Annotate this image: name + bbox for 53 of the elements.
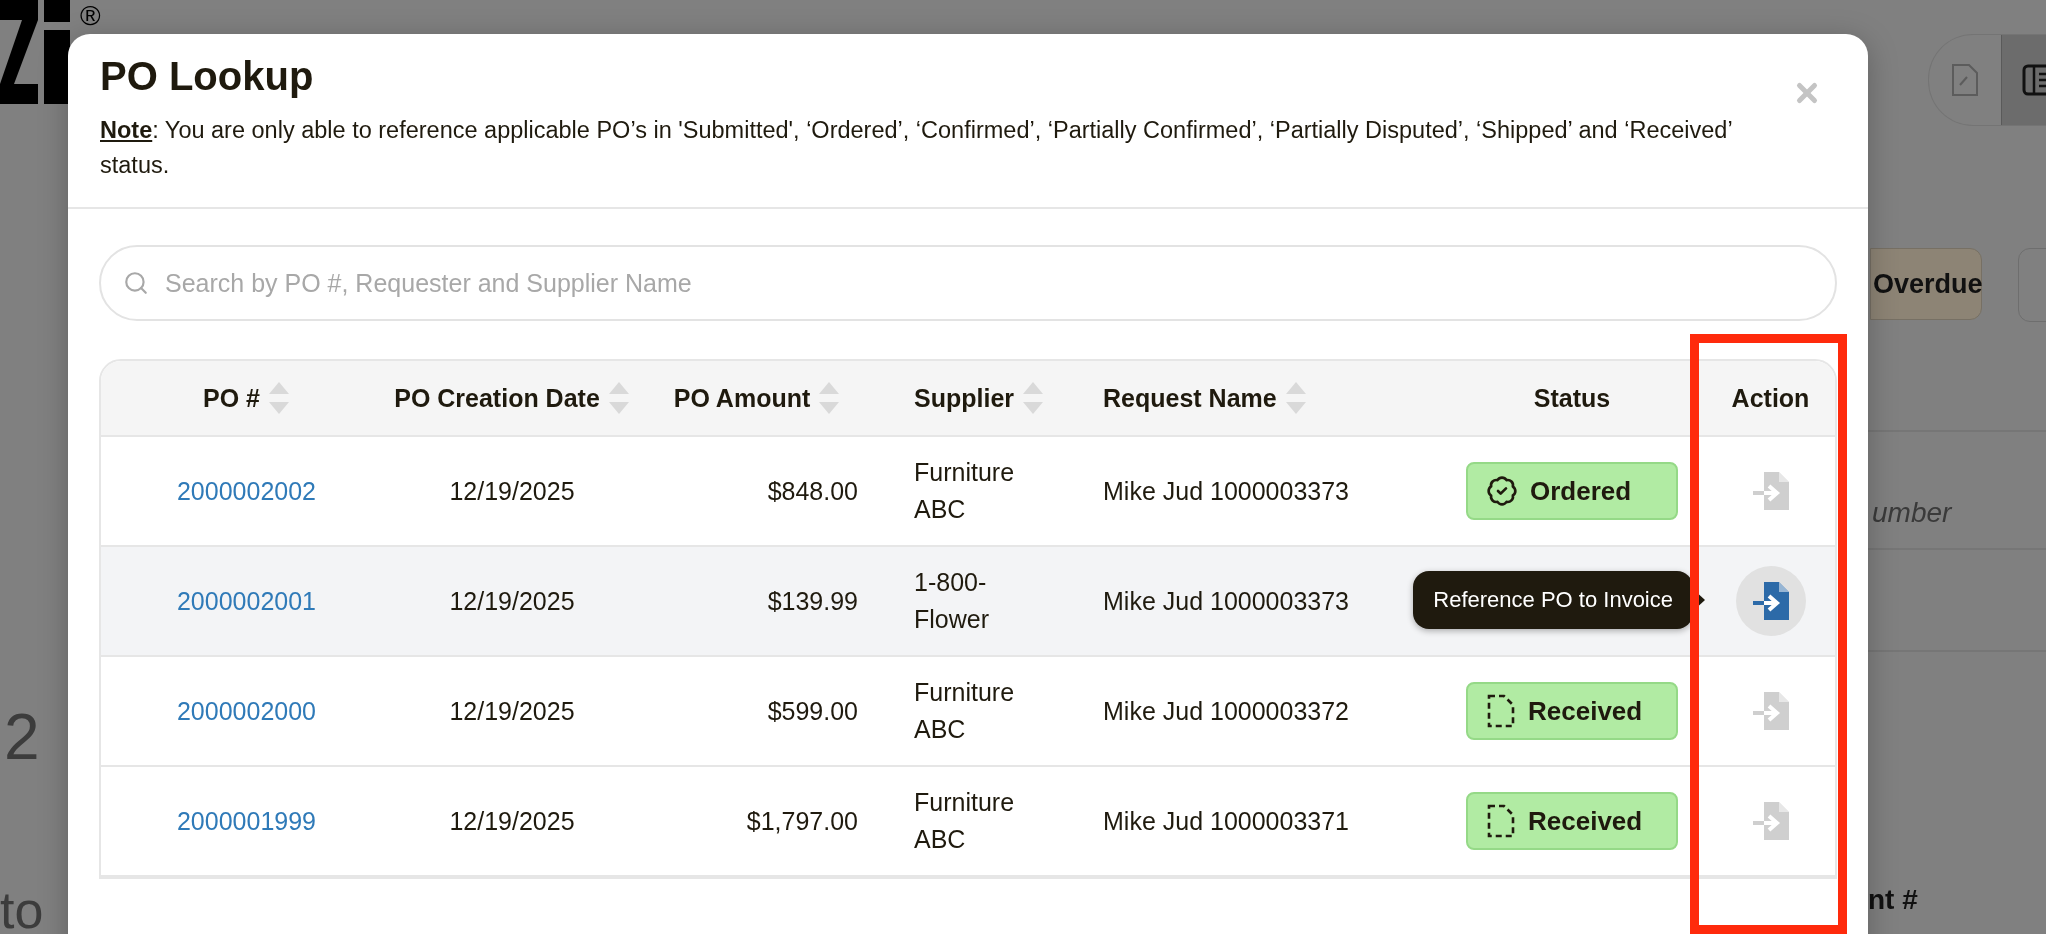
- table-cell-text: 12/19/2025: [449, 805, 575, 837]
- field-label: nt #: [1868, 884, 1918, 916]
- sort-icon[interactable]: [268, 380, 290, 416]
- document-arrow-icon: [1751, 801, 1790, 841]
- status-badge: Ordered: [1466, 462, 1678, 520]
- po-number-link[interactable]: 2000002001: [176, 586, 316, 616]
- table-cell-text: Furniture ABC: [914, 787, 1016, 855]
- registered-mark: ®: [80, 0, 101, 32]
- table-cell-text: 1-800-Flower: [914, 567, 990, 635]
- po-number-link[interactable]: 2000002000: [176, 696, 316, 726]
- dashed-file-icon: [1486, 803, 1516, 839]
- table-cell-text: $139.99: [767, 585, 858, 617]
- document-arrow-icon: [1751, 691, 1790, 731]
- column-header[interactable]: Supplier: [914, 383, 1014, 413]
- sort-icon[interactable]: [1022, 380, 1044, 416]
- document-arrow-icon: [1751, 471, 1790, 511]
- note-text: Note: You are only able to reference applicable PO’s in 'Submitted', ‘Ordered’, ‘Confirmed’, ‘Partially Confirmed’, ‘Partially Disputed’, ‘Shipped’ and ‘Received’ status.: [100, 116, 1733, 180]
- document-arrow-icon: [1751, 581, 1790, 621]
- sidebar-icon: [2021, 64, 2046, 96]
- sort-icon[interactable]: [607, 380, 630, 416]
- table-cell-text: Mike Jud 1000003373: [1103, 585, 1350, 617]
- table-cell-text: $848.00: [767, 475, 858, 507]
- table-cell-text: $599.00: [767, 695, 858, 727]
- table-cell-text: Mike Jud 1000003372: [1103, 695, 1350, 727]
- dialog-title: PO Lookup: [100, 54, 314, 99]
- search-icon: [123, 270, 149, 296]
- dashed-file-icon: [1486, 693, 1516, 729]
- sort-icon[interactable]: [818, 380, 841, 416]
- column-header[interactable]: PO Amount: [673, 383, 811, 413]
- column-header: Action: [1731, 383, 1810, 413]
- table-cell-text: Furniture ABC: [914, 677, 1016, 745]
- table-cell-text: $1,797.00: [746, 805, 858, 837]
- table-cell-text: 12/19/2025: [449, 585, 575, 617]
- column-header[interactable]: Request Name: [1103, 383, 1277, 413]
- po-number-link[interactable]: 2000002002: [176, 476, 316, 506]
- overdue-filter-chip[interactable]: Overdue: [1870, 248, 1982, 320]
- background-number: 2: [4, 700, 40, 774]
- status-badge: Received: [1466, 792, 1678, 850]
- text-input[interactable]: umber: [1872, 497, 2042, 529]
- table-cell-text: 12/19/2025: [449, 475, 575, 507]
- column-header[interactable]: PO #: [203, 383, 260, 413]
- column-header: Status: [1533, 383, 1611, 413]
- po-number-link[interactable]: 2000001999: [176, 806, 316, 836]
- table-cell-text: Mike Jud 1000003373: [1103, 475, 1350, 507]
- table-cell-text: Furniture ABC: [914, 457, 1016, 525]
- sort-icon[interactable]: [1284, 380, 1307, 416]
- table-cell-text: 12/19/2025: [449, 695, 575, 727]
- status-badge: Received: [1466, 682, 1678, 740]
- search-field[interactable]: Search by PO #, Requester and Supplier Name: [99, 245, 1837, 321]
- background-heading: to: [0, 880, 44, 934]
- column-header[interactable]: PO Creation Date: [394, 383, 600, 413]
- badge-check-icon: [1486, 475, 1518, 507]
- table-cell-text: Mike Jud 1000003371: [1103, 805, 1350, 837]
